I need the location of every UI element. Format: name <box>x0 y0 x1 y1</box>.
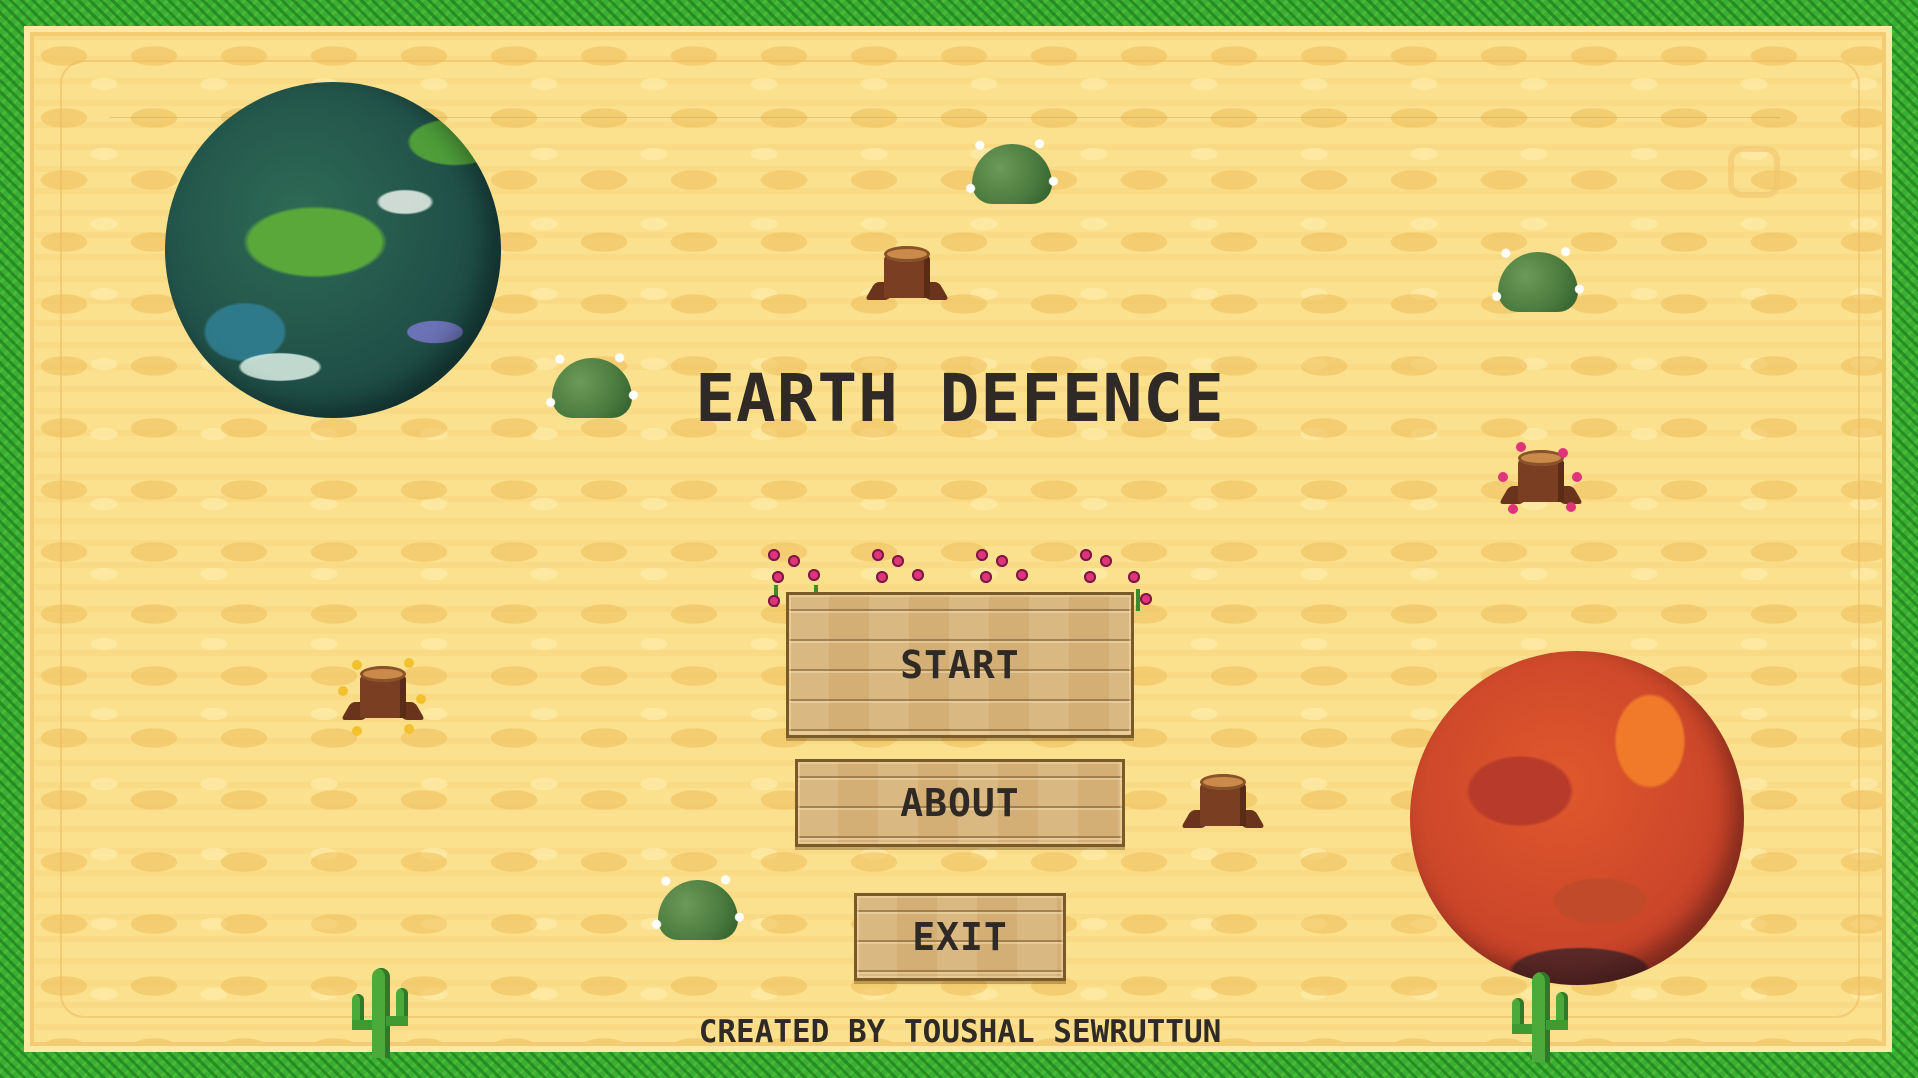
exit-button[interactable]: EXIT <box>854 893 1066 981</box>
about-button[interactable]: ABOUT <box>795 759 1125 847</box>
mars-planet-icon <box>1410 651 1744 985</box>
cactus-icon <box>352 968 408 1058</box>
bush-icon <box>966 138 1058 210</box>
cactus-icon <box>1512 972 1568 1062</box>
start-button[interactable]: START <box>786 592 1134 738</box>
tree-stump-icon <box>864 242 950 308</box>
earth-planet-icon <box>165 82 501 418</box>
exit-button-label: EXIT <box>912 915 1008 959</box>
game-title: EARTH DEFENCE <box>695 360 1225 437</box>
flowered-stump-icon <box>1498 442 1584 514</box>
start-button-label: START <box>900 643 1020 687</box>
flowered-stump-icon <box>338 658 426 736</box>
tree-stump-icon <box>1180 770 1266 836</box>
bush-icon <box>652 874 744 946</box>
bush-icon <box>1492 246 1584 318</box>
about-button-label: ABOUT <box>900 781 1020 825</box>
credits-text: CREATED BY TOUSHAL SEWRUTTUN <box>698 1014 1222 1050</box>
sand-ring-decoration <box>1728 146 1780 198</box>
